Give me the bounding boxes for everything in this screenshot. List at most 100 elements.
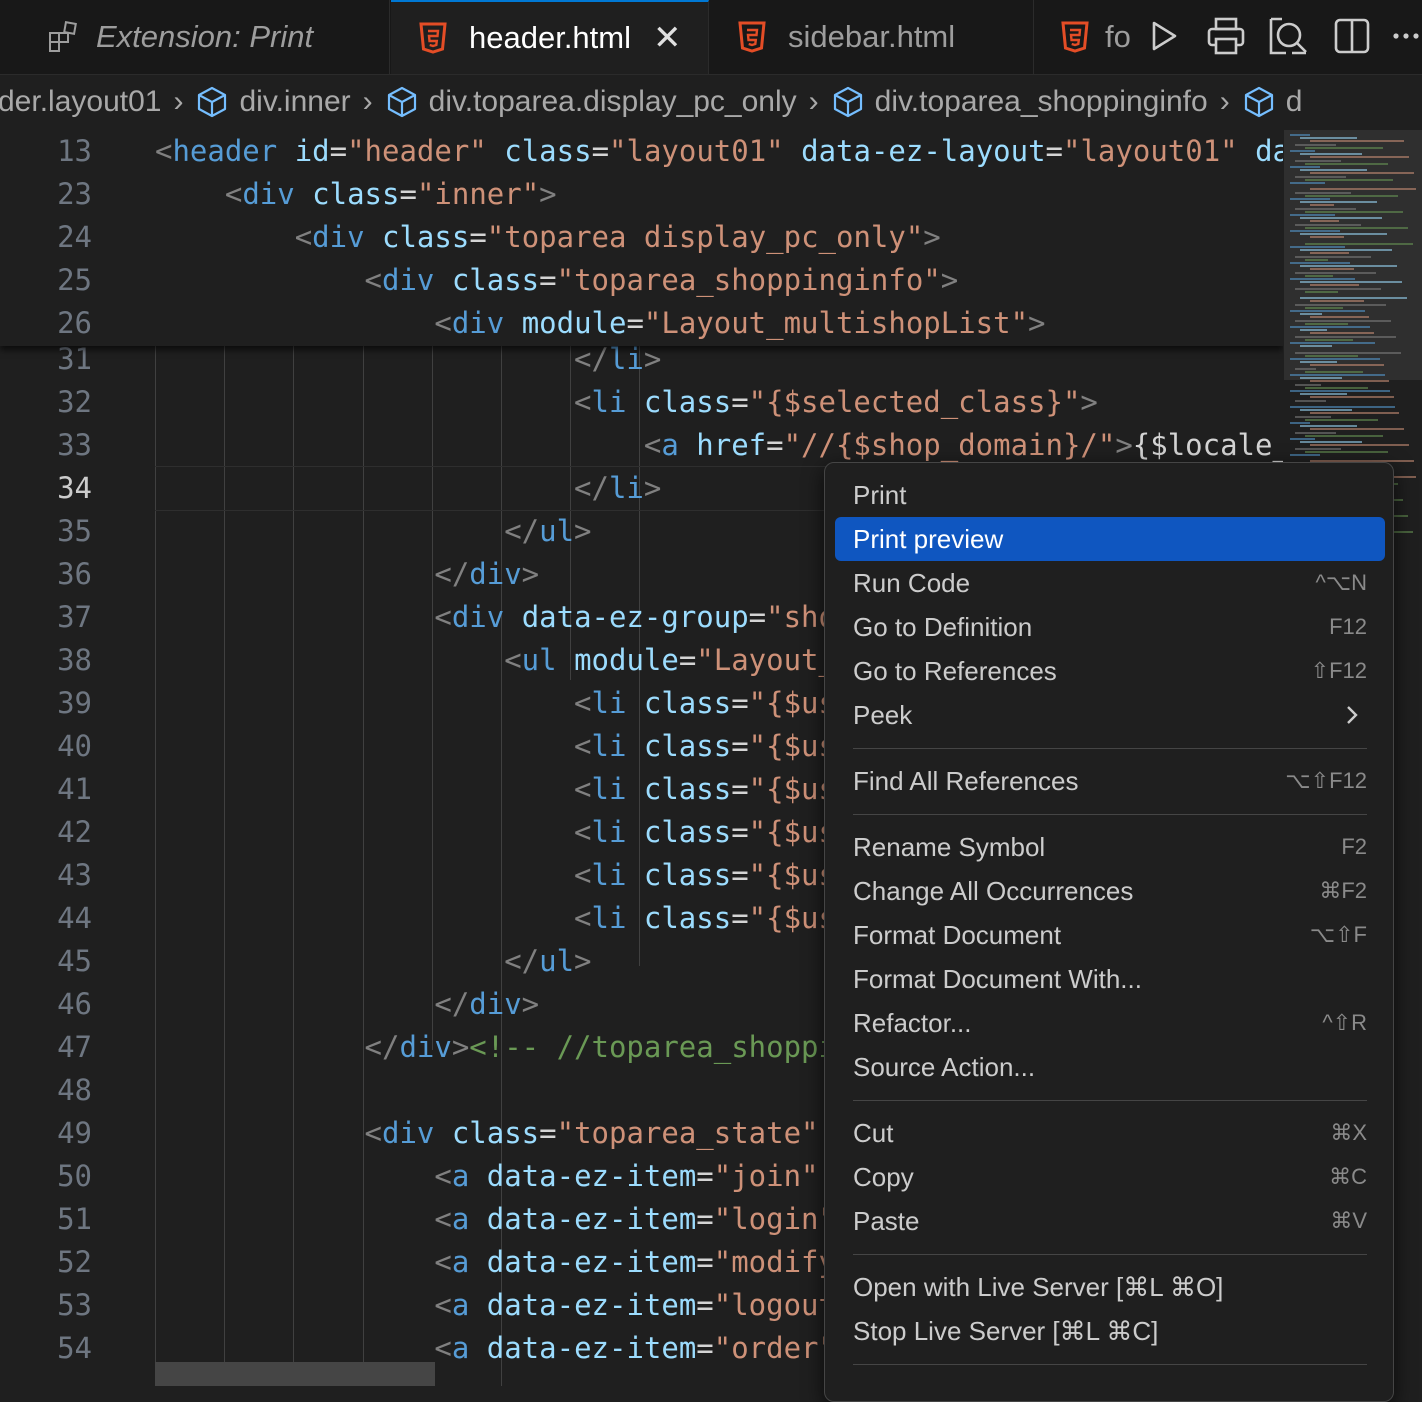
- menu-item-format-document-with[interactable]: Format Document With...: [835, 957, 1385, 1001]
- tab-truncated-file[interactable]: fo: [1035, 0, 1135, 74]
- code-token: </: [574, 471, 609, 505]
- code-token: li: [591, 901, 627, 935]
- menu-item-source-action[interactable]: Source Action...: [835, 1045, 1385, 1089]
- code-token: >: [574, 944, 592, 978]
- code-token: =: [731, 815, 749, 849]
- code-token: "{$us: [748, 815, 836, 849]
- menu-item-paste[interactable]: Paste ⌘V: [835, 1199, 1385, 1243]
- code-token: =: [678, 643, 697, 677]
- run-icon[interactable]: [1142, 14, 1186, 58]
- code-text: <li class="{$us: [155, 811, 836, 854]
- code-text: <div class="toparea_state": [155, 1112, 819, 1155]
- menu-item-peek[interactable]: Peek: [835, 693, 1385, 737]
- menu-item-label: Run Code: [853, 568, 971, 598]
- menu-item-label: Refactor...: [853, 1008, 972, 1038]
- code-line[interactable]: 33 <a href="//{$shop_domain}/">{$locale_: [0, 424, 1283, 467]
- tab-sidebar-html[interactable]: sidebar.html: [710, 0, 1034, 74]
- horizontal-scrollbar[interactable]: [155, 1362, 435, 1386]
- menu-item-label: Format Document: [853, 920, 1062, 950]
- code-line[interactable]: 32 <li class="{$selected_class}">: [0, 381, 1283, 424]
- code-token: =: [329, 134, 348, 168]
- line-number: 43: [57, 858, 92, 892]
- code-token: "toparea_shoppinginfo": [556, 263, 941, 297]
- code-text: <div class="toparea_shoppinginfo">: [155, 259, 959, 302]
- close-icon[interactable]: ✕: [653, 21, 682, 55]
- code-line[interactable]: 25 <div class="toparea_shoppinginfo">: [0, 259, 1283, 302]
- tab-extension-print[interactable]: Extension: Print: [0, 0, 390, 74]
- tab-label: sidebar.html: [788, 19, 956, 54]
- code-token: >: [940, 263, 959, 297]
- line-number: 42: [57, 815, 92, 849]
- menu-item-format-document[interactable]: Format Document ⌥⇧F: [835, 913, 1385, 957]
- code-token: <: [434, 306, 452, 340]
- print-icon[interactable]: [1204, 14, 1248, 58]
- code-token: </: [364, 1030, 400, 1064]
- breadcrumb-item[interactable]: div.toparea_shoppinginfo: [831, 85, 1208, 119]
- sticky-scroll-header[interactable]: 13 <header id="header" class="layout01" d…: [0, 130, 1283, 346]
- code-token: "order": [713, 1331, 836, 1365]
- code-text: </div><!-- //toparea_shoppi: [155, 1026, 836, 1069]
- code-token: </: [434, 557, 470, 591]
- line-number: 47: [57, 1030, 92, 1064]
- menu-separator: [853, 748, 1367, 749]
- menu-item-run-code[interactable]: Run Code ^⌥N: [835, 561, 1385, 605]
- code-line[interactable]: 26 <div module="Layout_multishopList">: [0, 302, 1283, 345]
- menu-item-print-preview[interactable]: Print preview: [835, 517, 1385, 561]
- menu-item-label: Find All References: [853, 766, 1079, 796]
- chevron-right-icon: ›: [1219, 85, 1230, 118]
- code-line[interactable]: 13 <header id="header" class="layout01" d…: [0, 130, 1283, 173]
- breadcrumb-item[interactable]: div.inner: [195, 85, 351, 119]
- print-preview-icon[interactable]: [1266, 14, 1310, 58]
- menu-item-label: Peek: [853, 700, 913, 730]
- menu-item-change-all-occurrences[interactable]: Change All Occurrences ⌘F2: [835, 869, 1385, 913]
- code-token: <: [574, 686, 592, 720]
- menu-item-go-to-references[interactable]: Go to References ⇧F12: [835, 649, 1385, 693]
- line-number: 44: [57, 901, 92, 935]
- code-token: "Layout_: [696, 643, 836, 677]
- menu-item-print[interactable]: Print: [835, 473, 1385, 517]
- line-number: 24: [57, 220, 92, 254]
- code-token: "{$us: [748, 858, 836, 892]
- breadcrumb-item[interactable]: div.toparea.display_pc_only: [385, 85, 797, 119]
- menu-item-find-all-references[interactable]: Find All References ⌥⇧F12: [835, 759, 1385, 803]
- menu-item-copy[interactable]: Copy ⌘C: [835, 1155, 1385, 1199]
- chevron-right-icon: ›: [808, 85, 819, 118]
- code-token: "login": [713, 1202, 836, 1236]
- tab-header-html[interactable]: header.html ✕: [391, 0, 709, 74]
- chevron-right-icon: ›: [173, 85, 184, 118]
- code-token: class: [643, 729, 732, 763]
- more-icon[interactable]: [1390, 14, 1422, 58]
- cube-icon: [198, 86, 227, 118]
- menu-item-rename-symbol[interactable]: Rename Symbol F2: [835, 825, 1385, 869]
- menu-item-stop-live-server-l-c[interactable]: Stop Live Server [⌘L ⌘C]: [835, 1309, 1385, 1353]
- code-token: =: [731, 901, 749, 935]
- menu-separator: [853, 1364, 1367, 1365]
- breadcrumb-item[interactable]: der.layout01: [0, 85, 161, 119]
- code-token: <: [434, 1288, 452, 1322]
- code-line[interactable]: 23 <div class="inner">: [0, 173, 1283, 216]
- code-token: <: [574, 772, 592, 806]
- code-line[interactable]: 24 <div class="toparea display_pc_only">: [0, 216, 1283, 259]
- menu-item-label: Paste: [853, 1206, 920, 1236]
- menu-item-refactor[interactable]: Refactor... ^⇧R: [835, 1001, 1385, 1045]
- menu-item-go-to-definition[interactable]: Go to Definition F12: [835, 605, 1385, 649]
- split-editor-icon[interactable]: [1330, 14, 1374, 58]
- code-token: class: [451, 1116, 540, 1150]
- code-token: li: [591, 772, 627, 806]
- menu-item-open-with-live-server-l-o[interactable]: Open with Live Server [⌘L ⌘O]: [835, 1265, 1385, 1309]
- menu-item-cut[interactable]: Cut ⌘X: [835, 1111, 1385, 1155]
- breadcrumb-item[interactable]: d: [1242, 85, 1302, 119]
- code-token: li: [608, 342, 644, 376]
- code-token: a: [451, 1288, 470, 1322]
